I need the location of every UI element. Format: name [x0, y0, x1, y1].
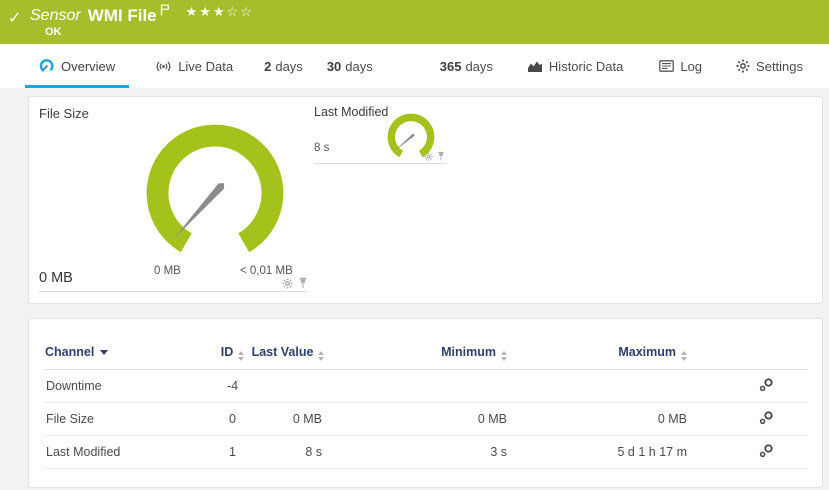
channels-table: Channel ID Last Value Minimum Maximum	[45, 345, 808, 469]
column-label: Channel	[45, 345, 94, 359]
channel-name-cell[interactable]: Downtime	[45, 370, 215, 403]
tab-label: days	[465, 59, 492, 74]
sensor-kind-label: Sensor	[30, 5, 81, 27]
table-row-file-size: File Size 0 0 MB 0 MB 0 MB	[45, 403, 808, 436]
tab-bar: Overview Live Data 2 days 30 days 365 da…	[0, 44, 829, 88]
status-ok-check-icon: ✓	[8, 8, 21, 28]
column-label: ID	[221, 345, 234, 359]
tab-label-strong: 365	[440, 59, 462, 74]
file-size-gauge-title: File Size	[39, 106, 89, 121]
channel-name-cell[interactable]: Last Modified	[45, 436, 215, 469]
last-modified-gauge-pin-icon[interactable]	[437, 151, 445, 161]
tab-label: days	[345, 59, 372, 74]
file-size-block-divider	[39, 291, 307, 292]
column-header-edit	[693, 345, 808, 370]
file-size-gauge-gear-icon[interactable]	[282, 277, 293, 289]
sort-desc-icon	[100, 350, 108, 355]
tab-label: Overview	[61, 59, 115, 74]
tab-historic-data[interactable]: Historic Data	[527, 44, 623, 88]
channels-table-panel: Channel ID Last Value Minimum Maximum	[28, 318, 823, 488]
column-header-minimum[interactable]: Minimum	[330, 345, 513, 370]
column-header-last-value[interactable]: Last Value	[250, 345, 330, 370]
sensor-status-text: OK	[45, 26, 62, 38]
table-row-last-modified: Last Modified 1 8 s 3 s 5 d 1 h 17 m	[45, 436, 808, 469]
minimum-cell	[330, 370, 513, 403]
channel-id-cell: -4	[215, 370, 250, 403]
minimum-cell: 0 MB	[330, 403, 513, 436]
column-header-channel[interactable]: Channel	[45, 345, 215, 370]
maximum-cell: 5 d 1 h 17 m	[513, 436, 693, 469]
tab-overview[interactable]: Overview	[25, 44, 129, 88]
tab-label: Log	[680, 59, 702, 74]
tab-2-days[interactable]: 2 days	[264, 44, 303, 88]
tab-settings[interactable]: Settings	[736, 44, 803, 88]
minimum-cell: 3 s	[330, 436, 513, 469]
channel-settings-icon[interactable]	[758, 377, 774, 393]
tab-label: days	[275, 59, 302, 74]
live-signal-icon	[155, 60, 172, 73]
flag-icon[interactable]	[160, 3, 170, 21]
tab-365-days[interactable]: 365 days	[440, 44, 493, 88]
column-label: Minimum	[441, 345, 496, 359]
maximum-cell	[513, 370, 693, 403]
tab-label: Settings	[756, 59, 803, 74]
channel-settings-icon[interactable]	[758, 410, 774, 426]
file-size-gauge[interactable]	[139, 117, 291, 274]
sensor-header: ✓ Sensor WMI File ★★★☆☆ OK	[0, 0, 829, 44]
column-label: Maximum	[618, 345, 676, 359]
log-list-icon	[659, 60, 674, 72]
tab-log[interactable]: Log	[659, 44, 702, 88]
sort-icon	[501, 351, 507, 361]
sort-icon	[318, 351, 324, 361]
tab-label-strong: 2	[264, 59, 271, 74]
gauge-icon	[39, 58, 55, 74]
last-modified-block-divider	[314, 163, 447, 164]
channel-id-cell: 0	[215, 403, 250, 436]
last-modified-gauge-title: Last Modified	[314, 105, 388, 119]
tab-label-strong: 30	[327, 59, 341, 74]
channel-settings-icon[interactable]	[758, 443, 774, 459]
last-modified-current-value: 8 s	[314, 142, 329, 154]
tab-label: Historic Data	[549, 59, 623, 74]
channel-id-cell: 1	[215, 436, 250, 469]
sort-icon	[238, 351, 244, 361]
tab-live-data[interactable]: Live Data	[155, 44, 233, 88]
sort-icon	[681, 351, 687, 361]
tab-label: Live Data	[178, 59, 233, 74]
last-value-cell: 8 s	[250, 436, 330, 469]
overview-gauges-panel: File Size 0 MB < 0,01 MB 0 MB Last Modif…	[28, 96, 823, 304]
last-value-cell	[250, 370, 330, 403]
sensor-title-line: Sensor WMI File ★★★☆☆	[30, 5, 254, 27]
maximum-cell: 0 MB	[513, 403, 693, 436]
last-modified-gauge-gear-icon[interactable]	[424, 151, 433, 161]
file-size-current-value: 0 MB	[39, 270, 73, 286]
channel-name-cell[interactable]: File Size	[45, 403, 215, 436]
column-header-id[interactable]: ID	[215, 345, 250, 370]
sensor-title: WMI File	[88, 5, 157, 27]
tab-30-days[interactable]: 30 days	[327, 44, 373, 88]
area-chart-icon	[527, 59, 543, 73]
gear-icon	[736, 59, 750, 73]
file-size-gauge-pin-icon[interactable]	[298, 277, 308, 289]
file-size-gauge-min-label: 0 MB	[154, 265, 181, 277]
column-header-maximum[interactable]: Maximum	[513, 345, 693, 370]
priority-stars[interactable]: ★★★☆☆	[186, 4, 254, 20]
last-value-cell: 0 MB	[250, 403, 330, 436]
column-label: Last Value	[252, 345, 314, 359]
file-size-gauge-max-label: < 0,01 MB	[240, 265, 293, 277]
table-row-downtime: Downtime -4	[45, 370, 808, 403]
table-header-row: Channel ID Last Value Minimum Maximum	[45, 345, 808, 370]
